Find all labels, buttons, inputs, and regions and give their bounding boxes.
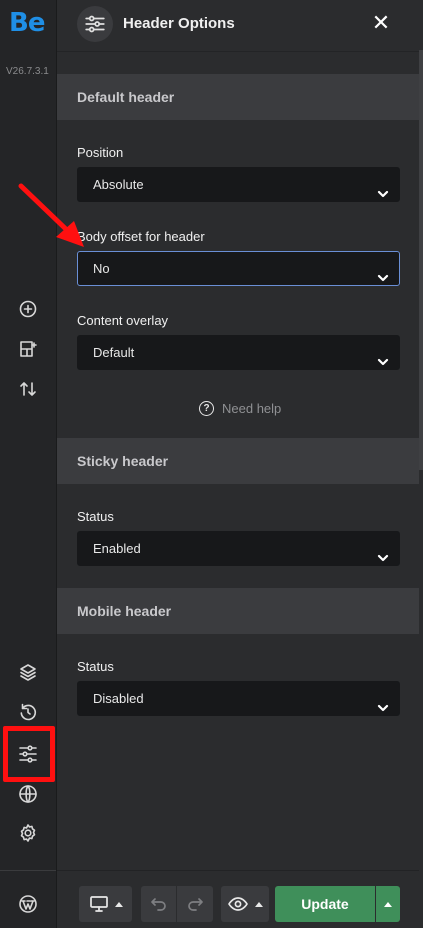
redo-button[interactable] bbox=[177, 886, 213, 922]
sticky-status-label: Status bbox=[77, 509, 114, 524]
update-options-button[interactable] bbox=[376, 886, 400, 922]
header-options-panel: Header Options ✕ Default header Position… bbox=[57, 0, 423, 928]
page-title: Header Options bbox=[123, 15, 235, 32]
device-switcher-button[interactable] bbox=[79, 886, 132, 922]
globe-icon[interactable] bbox=[14, 780, 42, 808]
section-mobile-header[interactable]: Mobile header bbox=[57, 588, 419, 634]
wordpress-icon[interactable] bbox=[14, 890, 42, 918]
body-offset-value: No bbox=[93, 261, 110, 276]
sticky-status-select[interactable]: Enabled bbox=[77, 531, 400, 566]
add-circle-icon[interactable] bbox=[14, 295, 42, 323]
side-rail: Be V26.7.3.1 bbox=[0, 0, 57, 928]
sticky-status-value: Enabled bbox=[93, 541, 141, 556]
chevron-down-icon bbox=[377, 347, 389, 366]
layout-add-icon[interactable] bbox=[14, 335, 42, 363]
content-overlay-value: Default bbox=[93, 345, 135, 360]
redo-icon bbox=[188, 898, 203, 911]
mobile-status-value: Disabled bbox=[93, 691, 144, 706]
panel-header: Header Options ✕ bbox=[57, 0, 423, 52]
rail-divider bbox=[0, 870, 56, 871]
need-help-label: Need help bbox=[222, 401, 282, 416]
undo-button[interactable] bbox=[141, 886, 176, 922]
annotation-highlight-box bbox=[3, 726, 55, 782]
undo-icon bbox=[150, 898, 166, 911]
position-label: Position bbox=[77, 145, 124, 160]
sliders-icon bbox=[77, 6, 113, 42]
be-logo[interactable]: Be bbox=[9, 8, 45, 38]
help-icon: ? bbox=[199, 401, 214, 416]
close-button[interactable]: ✕ bbox=[370, 10, 392, 36]
chevron-down-icon bbox=[377, 263, 389, 282]
sort-arrows-icon[interactable] bbox=[14, 375, 42, 403]
position-select[interactable]: Absolute bbox=[77, 167, 400, 202]
body-offset-label: Body offset for header bbox=[77, 229, 205, 244]
update-button[interactable]: Update bbox=[275, 886, 375, 922]
section-default-header[interactable]: Default header bbox=[57, 74, 419, 120]
preview-button[interactable] bbox=[221, 886, 269, 922]
caret-up-icon bbox=[384, 901, 392, 907]
body-offset-select[interactable]: No bbox=[77, 251, 400, 286]
content-overlay-select[interactable]: Default bbox=[77, 335, 400, 370]
chevron-down-icon bbox=[377, 693, 389, 712]
content-overlay-label: Content overlay bbox=[77, 313, 169, 328]
chevron-down-icon bbox=[377, 179, 389, 198]
caret-up-icon bbox=[255, 901, 263, 907]
scrollbar[interactable] bbox=[419, 50, 423, 470]
version-label: V26.7.3.1 bbox=[6, 66, 49, 77]
section-sticky-header[interactable]: Sticky header bbox=[57, 438, 419, 484]
caret-up-icon bbox=[114, 901, 123, 907]
layers-icon[interactable] bbox=[14, 658, 42, 686]
position-value: Absolute bbox=[93, 177, 144, 192]
chevron-down-icon bbox=[377, 543, 389, 562]
mobile-status-select[interactable]: Disabled bbox=[77, 681, 400, 716]
history-icon[interactable] bbox=[14, 698, 42, 726]
need-help-link[interactable]: ? Need help bbox=[199, 401, 281, 416]
eye-icon bbox=[228, 897, 248, 911]
desktop-icon bbox=[89, 896, 108, 912]
gear-icon[interactable] bbox=[14, 819, 42, 847]
mobile-status-label: Status bbox=[77, 659, 114, 674]
